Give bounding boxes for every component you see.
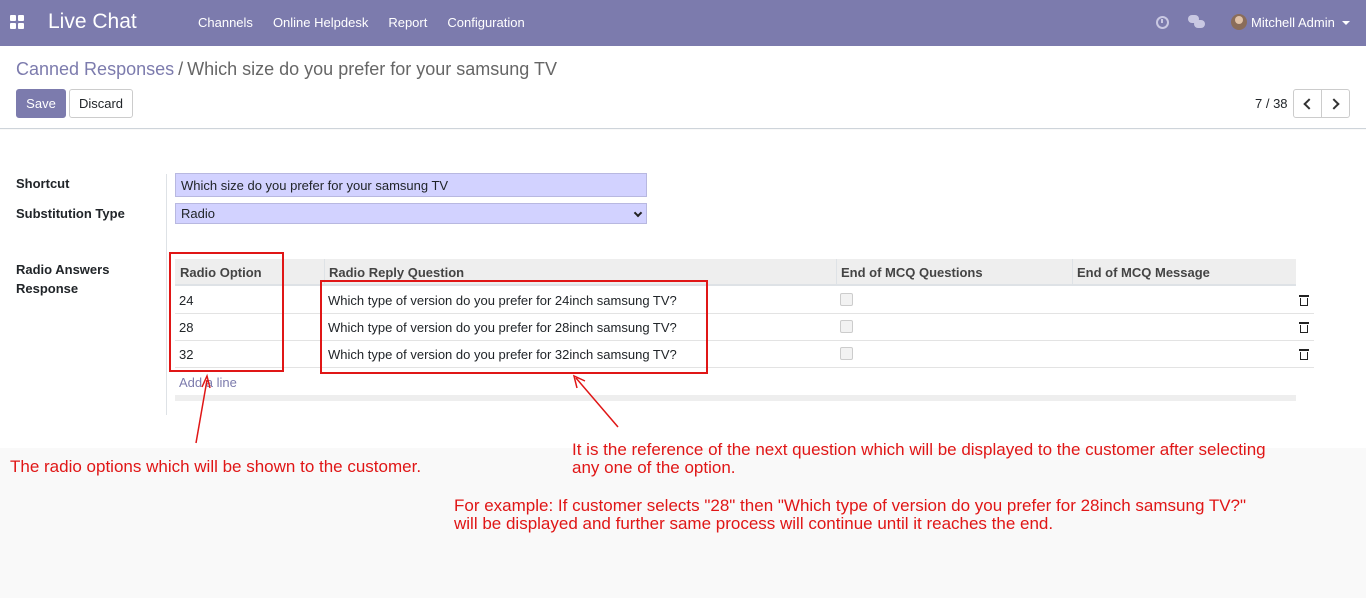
annotation-right-note-line2: any one of the option. (572, 458, 736, 477)
shortcut-label: Shortcut (16, 176, 70, 191)
control-panel: Canned Responses / Which size do you prefe… (0, 46, 1366, 129)
col-end-of-mcq-questions[interactable]: End of MCQ Questions (841, 265, 983, 280)
discard-button[interactable]: Discard (69, 89, 133, 118)
end-of-mcq-checkbox[interactable] (840, 293, 853, 306)
apps-icon[interactable] (10, 15, 24, 29)
chevron-right-icon (1328, 98, 1340, 110)
breadcrumb-current: Which size do you prefer for your samsun… (187, 59, 557, 79)
trash-icon[interactable] (1299, 322, 1309, 333)
annotation-example-line2: will be displayed and further same proce… (454, 514, 1054, 533)
table-footer (175, 395, 1296, 401)
column-separator (836, 259, 837, 286)
breadcrumb-separator: / (178, 59, 184, 79)
radio-answers-label: Radio Answers (16, 262, 110, 277)
chat-icon[interactable] (1188, 15, 1205, 29)
end-of-mcq-checkbox[interactable] (840, 347, 853, 360)
column-separator (1072, 259, 1073, 286)
add-line-link[interactable]: Add a line (179, 375, 237, 390)
caret-down-icon[interactable] (1342, 21, 1350, 25)
top-navbar: Live Chat Channels Online Helpdesk Repor… (0, 0, 1366, 46)
user-name[interactable]: Mitchell Admin (1251, 15, 1335, 30)
pager-next-button[interactable] (1321, 89, 1350, 118)
annotation-left-note: The radio options which will be shown to… (10, 457, 422, 476)
pager-previous-button[interactable] (1293, 89, 1322, 118)
avatar[interactable] (1231, 14, 1247, 30)
save-button[interactable]: Save (16, 89, 66, 118)
shortcut-input[interactable]: Which size do you prefer for your samsun… (175, 173, 647, 197)
menu-configuration[interactable]: Configuration (447, 15, 524, 30)
clock-icon[interactable] (1156, 16, 1169, 29)
breadcrumb-parent[interactable]: Canned Responses (16, 59, 174, 79)
chevron-left-icon (1303, 98, 1315, 110)
trash-icon[interactable] (1299, 295, 1309, 306)
substitution-type-value: Radio (181, 206, 215, 221)
trash-icon[interactable] (1299, 349, 1309, 360)
annotation-example-line1: For example: If customer selects "28" th… (454, 496, 1247, 515)
end-of-mcq-checkbox[interactable] (840, 320, 853, 333)
annotation-right-note-line1: It is the reference of the next question… (572, 440, 1266, 459)
app-brand[interactable]: Live Chat (48, 10, 137, 34)
substitution-type-select[interactable]: Radio (175, 203, 647, 224)
substitution-type-label: Substitution Type (16, 206, 125, 221)
col-end-of-mcq-message[interactable]: End of MCQ Message (1077, 265, 1210, 280)
annotation-box-reply-questions (320, 280, 708, 374)
pager-counter[interactable]: 7 / 38 (1255, 96, 1288, 111)
menu-report[interactable]: Report (388, 15, 427, 30)
menu-channels[interactable]: Channels (198, 15, 253, 30)
main-menu: Channels Online Helpdesk Report Configur… (198, 15, 545, 30)
menu-online-helpdesk[interactable]: Online Helpdesk (273, 15, 368, 30)
breadcrumb: Canned Responses / Which size do you prefe… (16, 59, 557, 80)
form-divider (166, 174, 167, 415)
annotation-box-radio-options (169, 252, 284, 372)
col-radio-reply-question[interactable]: Radio Reply Question (329, 265, 464, 280)
chevron-down-icon (633, 208, 643, 218)
radio-answers-label-line2: Response (16, 281, 79, 296)
